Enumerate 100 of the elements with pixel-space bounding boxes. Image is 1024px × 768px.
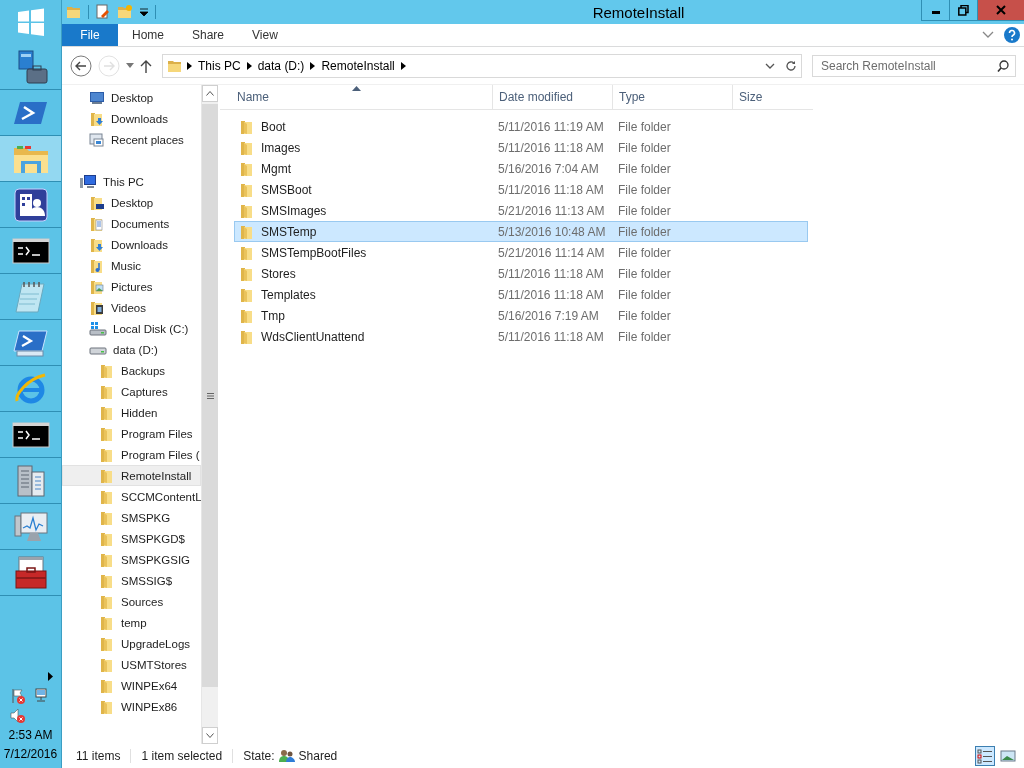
- expand-ribbon-button[interactable]: [982, 31, 994, 39]
- file-menu-tab[interactable]: File: [62, 24, 118, 46]
- nav-item[interactable]: SMSPKG: [62, 507, 201, 528]
- nav-item[interactable]: Program Files (: [62, 444, 201, 465]
- clock-time[interactable]: 2:53 AM: [8, 728, 53, 743]
- name-cell: Templates: [235, 286, 492, 303]
- breadcrumb-item[interactable]: This PC: [196, 58, 243, 73]
- minimize-button[interactable]: [921, 0, 949, 21]
- type-cell-text: File folder: [617, 245, 672, 260]
- scrollbar-thumb[interactable]: [202, 104, 218, 687]
- name-cell: SMSTempBootFiles: [235, 244, 492, 261]
- scroll-up-button[interactable]: [202, 85, 218, 102]
- clock-date[interactable]: 7/12/2016: [3, 747, 58, 762]
- nav-item[interactable]: Program Files: [62, 423, 201, 444]
- nav-item[interactable]: Desktop: [62, 87, 201, 108]
- nav-item[interactable]: Music: [62, 255, 201, 276]
- nav-item[interactable]: WINPEx64: [62, 675, 201, 696]
- column-header[interactable]: Date modified: [493, 85, 613, 109]
- folder-icon: [99, 551, 115, 568]
- search-icon: [997, 59, 1009, 72]
- close-icon: [996, 5, 1006, 15]
- search-field[interactable]: Search RemoteInstall: [812, 54, 1016, 77]
- up-arrow-icon: [140, 58, 152, 73]
- file-row[interactable]: SMSTemp 5/13/2016 10:48 AM File folder: [234, 221, 808, 242]
- file-row[interactable]: SMSBoot 5/11/2016 11:18 AM File folder: [234, 179, 808, 200]
- view-toggle-button[interactable]: [975, 746, 995, 766]
- nav-item[interactable]: Desktop: [62, 192, 201, 213]
- flag-error-icon: [10, 688, 26, 704]
- file-row[interactable]: Mgmt 5/16/2016 7:04 AM File folder: [234, 158, 808, 179]
- refresh-icon: [785, 59, 797, 72]
- file-row[interactable]: Images 5/11/2016 11:18 AM File folder: [234, 137, 808, 158]
- folder-icon: [239, 223, 255, 240]
- nav-item[interactable]: Local Disk (C:): [62, 318, 201, 339]
- back-button[interactable]: [70, 54, 92, 77]
- sort-ascending-icon: [352, 86, 361, 91]
- network-icon: [34, 688, 50, 704]
- close-button[interactable]: [977, 0, 1024, 21]
- column-header[interactable]: Type: [613, 85, 733, 109]
- type-cell-text: File folder: [617, 224, 672, 239]
- file-row[interactable]: Tmp 5/16/2016 7:19 AM File folder: [234, 305, 808, 326]
- breadcrumb-item[interactable]: RemoteInstall: [319, 58, 397, 73]
- desktop-folder-icon: [89, 194, 105, 211]
- breadcrumb-item[interactable]: data (D:): [255, 58, 307, 73]
- nav-item[interactable]: SMSPKGD$: [62, 528, 201, 549]
- state-label: State:: [243, 749, 275, 763]
- file-row[interactable]: Templates 5/11/2016 11:18 AM File folder: [234, 284, 808, 305]
- ribbon-tab[interactable]: Share: [178, 24, 239, 46]
- file-row[interactable]: SMSImages 5/21/2016 11:13 AM File folder: [234, 200, 808, 221]
- nav-item[interactable]: Downloads: [62, 234, 201, 255]
- name-cell: Images: [235, 139, 492, 156]
- nav-item[interactable]: Backups: [62, 360, 201, 381]
- file-row[interactable]: Boot 5/11/2016 11:19 AM File folder: [234, 116, 808, 137]
- nav-item[interactable]: Documents: [62, 213, 201, 234]
- address-bar[interactable]: This PC data (D:) RemoteInstall: [162, 53, 802, 78]
- computer-icon: [79, 173, 97, 190]
- type-cell-text: File folder: [617, 119, 672, 134]
- ribbon-tab[interactable]: Home: [118, 24, 178, 46]
- nav-item[interactable]: Downloads: [62, 108, 201, 129]
- scroll-down-button[interactable]: [202, 727, 218, 744]
- column-header[interactable]: Size: [733, 85, 813, 109]
- nav-item[interactable]: Videos: [62, 297, 201, 318]
- nav-item[interactable]: temp: [62, 612, 201, 633]
- nav-item[interactable]: Hidden: [62, 402, 201, 423]
- nav-item[interactable]: Captures: [62, 381, 201, 402]
- refresh-button[interactable]: [785, 59, 797, 72]
- date-cell-text: 5/11/2016 11:18 AM: [497, 182, 605, 197]
- nav-item[interactable]: UpgradeLogs: [62, 633, 201, 654]
- folder-icon: [99, 467, 115, 484]
- column-header[interactable]: Name: [220, 85, 493, 109]
- chevron-right-icon: [246, 61, 252, 70]
- grip-icon: [206, 392, 214, 399]
- help-button[interactable]: [1004, 27, 1020, 43]
- ribbon-tab[interactable]: View: [238, 24, 292, 46]
- nav-item[interactable]: SMSPKGSIG: [62, 549, 201, 570]
- nav-item[interactable]: data (D:): [62, 339, 201, 360]
- shared-users-icon: [278, 749, 295, 763]
- nav-item[interactable]: This PC: [62, 171, 201, 192]
- nav-item[interactable]: WINPEx86: [62, 696, 201, 717]
- nav-item[interactable]: SCCMContentL: [62, 486, 201, 507]
- date-cell-text: 5/11/2016 11:18 AM: [497, 287, 605, 302]
- folder-icon: [99, 383, 115, 400]
- up-button[interactable]: [140, 58, 152, 73]
- details-view-icon: [977, 748, 993, 764]
- name-cell: SMSTemp: [235, 223, 492, 240]
- address-dropdown-button[interactable]: [765, 62, 775, 69]
- name-cell: WdsClientUnattend: [235, 328, 492, 345]
- file-row[interactable]: Stores 5/11/2016 11:18 AM File folder: [234, 263, 808, 284]
- recent-locations-button[interactable]: [126, 63, 134, 68]
- nav-item[interactable]: RemoteInstall: [62, 465, 201, 486]
- file-row[interactable]: SMSTempBootFiles 5/21/2016 11:14 AM File folder: [234, 242, 808, 263]
- folder-icon: [99, 593, 115, 610]
- nav-item[interactable]: USMTStores: [62, 654, 201, 675]
- chevron-right-icon: [187, 61, 192, 70]
- nav-item[interactable]: SMSSIG$: [62, 570, 201, 591]
- nav-item[interactable]: Pictures: [62, 276, 201, 297]
- type-cell-text: File folder: [617, 161, 672, 176]
- nav-item[interactable]: Recent places: [62, 129, 201, 150]
- file-row[interactable]: WdsClientUnattend 5/11/2016 11:18 AM File folder: [234, 326, 808, 347]
- nav-item[interactable]: Sources: [62, 591, 201, 612]
- folder-icon: [99, 362, 115, 379]
